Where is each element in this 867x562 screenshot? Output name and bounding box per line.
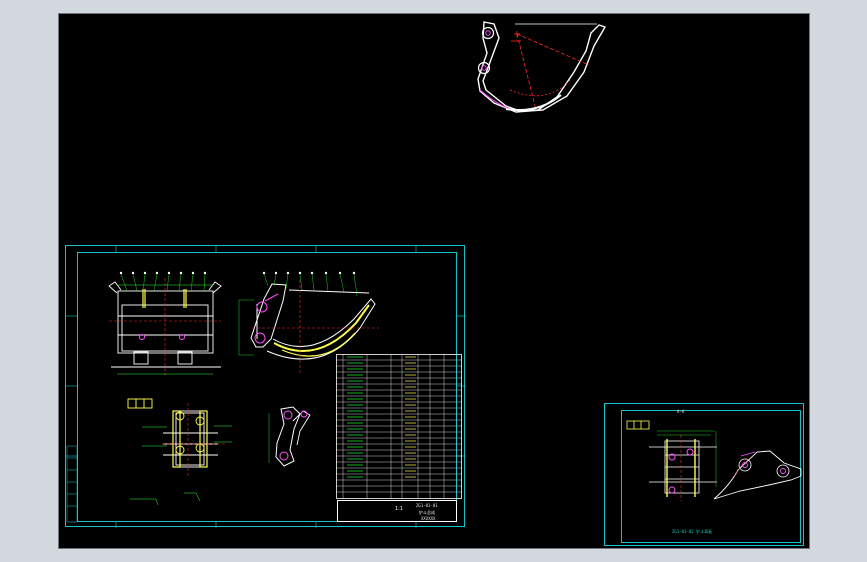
ear-plate-side-view	[713, 450, 802, 500]
ear-plate-detail-view	[127, 398, 232, 506]
sheet-note: ZG1-01-02 铲斗耳板	[672, 529, 713, 534]
title-block-scale: 1:1	[395, 506, 404, 512]
ear-plate-profile	[268, 406, 311, 467]
main-drawing-sheet[interactable]: 1:1 ZG1-01-01 铲斗总成 XXXXXX	[65, 245, 466, 528]
title-block-drawing-no: ZG1-01-01	[416, 503, 438, 508]
title-block-name: 铲斗总成	[419, 510, 435, 515]
section-label: A-A	[677, 409, 685, 414]
parts-list-table	[336, 354, 462, 499]
bucket-front-view	[108, 271, 222, 375]
bucket-profile-drawing	[477, 21, 607, 113]
title-block-company: XXXXXX	[421, 516, 436, 521]
cad-model-space[interactable]: 1:1 ZG1-01-01 铲斗总成 XXXXXX A-A ZG1-01-02 …	[58, 13, 810, 549]
secondary-drawing-sheet[interactable]: A-A ZG1-01-02 铲斗耳板	[604, 403, 804, 546]
